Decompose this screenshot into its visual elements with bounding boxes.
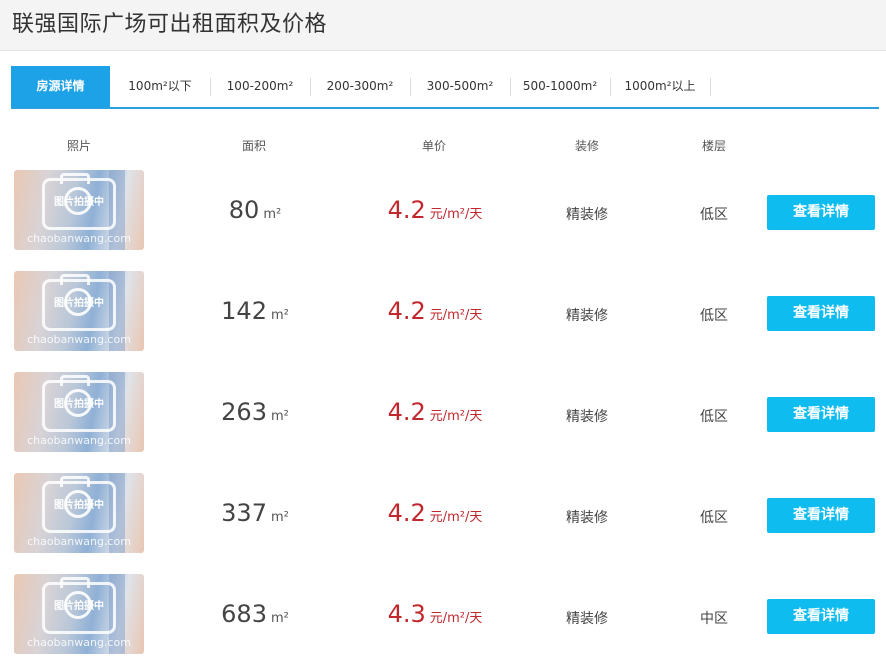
column-header-price: 单价 [421,139,446,153]
listing-price: 4.2 元/m²/天 [360,398,510,426]
page-header: 联强国际广场可出租面积及价格 [0,0,886,51]
listing-area: 337 m² [190,499,320,527]
listing-row: 图片拍摄中 chaobanwang.com 337 m² 4.2 元/m²/天 精装… [0,473,886,553]
photo-placeholder-text: 图片拍摄中 [54,601,104,612]
price-unit: 元/m²/天 [429,308,483,323]
tab-under-100[interactable]: 100m²以下 [110,66,210,107]
tab-divider [710,78,711,96]
area-value: 80 [228,196,260,224]
area-unit: m² [270,611,289,626]
tab-listing-details[interactable]: 房源详情 [11,66,110,107]
listing-row: 图片拍摄中 chaobanwang.com 142 m² 4.2 元/m²/天 精装… [0,271,886,351]
listing-floor: 中区 [700,611,728,627]
tab-200-300[interactable]: 200-300m² [310,66,410,107]
column-header-floor: 楼层 [701,139,726,153]
photo-watermark: chaobanwang.com [27,333,131,346]
price-unit: 元/m²/天 [429,510,483,525]
listing-area: 263 m² [190,398,320,426]
column-header-decoration: 装修 [574,139,599,153]
listing-area: 142 m² [190,297,320,325]
price-unit: 元/m²/天 [429,409,483,424]
listing-decoration: 精装修 [566,611,608,627]
photo-placeholder-text: 图片拍摄中 [54,197,104,208]
area-unit: m² [263,207,282,222]
listing-row: 图片拍摄中 chaobanwang.com 683 m² 4.3 元/m²/天 精装… [0,574,886,654]
listing-row: 图片拍摄中 chaobanwang.com 263 m² 4.2 元/m²/天 精装… [0,372,886,452]
listing-area: 683 m² [190,600,320,628]
listing-price: 4.2 元/m²/天 [360,499,510,527]
price-unit: 元/m²/天 [429,207,483,222]
listing-photo[interactable]: 图片拍摄中 chaobanwang.com [14,170,144,250]
price-value: 4.2 [387,398,426,426]
photo-watermark: chaobanwang.com [27,232,131,245]
listing-decoration: 精装修 [566,308,608,324]
photo-placeholder-text: 图片拍摄中 [54,500,104,511]
price-value: 4.2 [387,196,426,224]
tab-100-200[interactable]: 100-200m² [210,66,310,107]
view-details-button[interactable]: 查看详情 [767,397,875,432]
area-value: 142 [221,297,267,325]
listing-row: 图片拍摄中 chaobanwang.com 80 m² 4.2 元/m²/天 精装修… [0,170,886,250]
area-value: 337 [221,499,267,527]
price-value: 4.2 [387,297,426,325]
column-header-area: 面积 [241,139,266,153]
photo-watermark: chaobanwang.com [27,636,131,649]
price-unit: 元/m²/天 [429,611,483,626]
listing-floor: 低区 [700,207,728,223]
area-value: 263 [221,398,267,426]
listing-decoration: 精装修 [566,409,608,425]
listing-floor: 低区 [700,510,728,526]
page-title: 联强国际广场可出租面积及价格 [12,12,328,37]
listing-photo[interactable]: 图片拍摄中 chaobanwang.com [14,473,144,553]
column-header-photo: 照片 [66,139,91,153]
photo-placeholder-text: 图片拍摄中 [54,298,104,309]
photo-placeholder-text: 图片拍摄中 [54,399,104,410]
listing-photo[interactable]: 图片拍摄中 chaobanwang.com [14,372,144,452]
price-value: 4.2 [387,499,426,527]
photo-watermark: chaobanwang.com [27,434,131,447]
view-details-button[interactable]: 查看详情 [767,195,875,230]
view-details-button[interactable]: 查看详情 [767,599,875,634]
listing-photo[interactable]: 图片拍摄中 chaobanwang.com [14,574,144,654]
view-details-button[interactable]: 查看详情 [767,498,875,533]
listing-price: 4.3 元/m²/天 [360,600,510,628]
filter-tabs: 房源详情 100m²以下 100-200m² 200-300m² 300-500… [11,66,879,109]
listing-decoration: 精装修 [566,207,608,223]
area-unit: m² [270,409,289,424]
listing-price: 4.2 元/m²/天 [360,196,510,224]
listing-area: 80 m² [190,196,320,224]
area-value: 683 [221,600,267,628]
listing-price: 4.2 元/m²/天 [360,297,510,325]
listing-photo[interactable]: 图片拍摄中 chaobanwang.com [14,271,144,351]
tab-over-1000[interactable]: 1000m²以上 [610,66,710,107]
view-details-button[interactable]: 查看详情 [767,296,875,331]
area-unit: m² [270,510,289,525]
listing-decoration: 精装修 [566,510,608,526]
area-unit: m² [270,308,289,323]
tab-500-1000[interactable]: 500-1000m² [510,66,610,107]
price-value: 4.3 [387,600,426,628]
photo-watermark: chaobanwang.com [27,535,131,548]
listing-floor: 低区 [700,409,728,425]
tab-300-500[interactable]: 300-500m² [410,66,510,107]
listing-floor: 低区 [700,308,728,324]
